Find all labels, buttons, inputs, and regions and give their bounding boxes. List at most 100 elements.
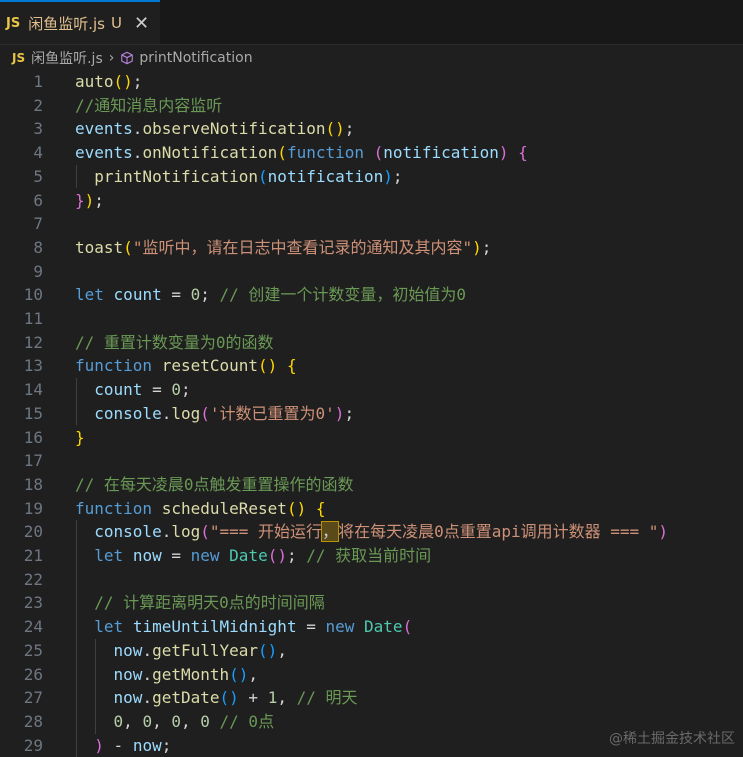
code-token: notification (267, 166, 384, 186)
line-number: 6 (33, 190, 43, 210)
line-number: 7 (33, 214, 43, 234)
code-token: events (75, 119, 133, 139)
code-token: ) (334, 403, 345, 423)
code-line[interactable]: 4 events.onNotification(function (notific… (0, 141, 743, 165)
code-line[interactable]: 5 printNotification(notification); (0, 165, 743, 189)
code-line[interactable]: 20 console.log("=== 开始运行，将在每天凌晨0点重置api调用… (0, 520, 743, 544)
line-number: 22 (23, 569, 43, 589)
code-line[interactable]: 19 function scheduleReset() { (0, 497, 743, 521)
close-icon[interactable]: ✕ (134, 13, 149, 34)
code-line[interactable]: 26 now.getMonth(), (0, 663, 743, 687)
code-token: () (267, 546, 287, 565)
line-number: 13 (23, 356, 43, 376)
editor-tab[interactable]: JS 闲鱼监听.js U ✕ (0, 0, 160, 44)
code-text: // 计算距离明天0点的时间间隔 (75, 591, 325, 615)
code-line[interactable]: 8 toast("监听中，请在日志中查看记录的通知及其内容"); (0, 236, 743, 260)
code-line[interactable]: 15 console.log('计数已重置为0'); (0, 402, 743, 426)
code-token: // 0点 (219, 711, 275, 731)
code-line[interactable]: 16} (0, 426, 743, 450)
code-line[interactable]: 23 // 计算距离明天0点的时间间隔 (0, 591, 743, 615)
code-token: toast (75, 237, 124, 257)
code-line[interactable]: 27 now.getDate() + 1, // 明天 (0, 686, 743, 710)
code-token: ( (200, 403, 210, 423)
watermark: @稀土掘金技术社区 (609, 731, 735, 747)
code-line[interactable]: 7 (0, 212, 743, 236)
code-line[interactable]: 2 //通知消息内容监听 (0, 94, 743, 118)
code-line[interactable]: 21 let now = new Date(); // 获取当前时间 (0, 544, 743, 568)
code-token: ; (200, 285, 220, 305)
code-text: // 在每天凌晨0点触发重置操作的函数 (75, 473, 354, 497)
code-token: () (286, 498, 307, 518)
code-text: } (75, 426, 85, 450)
code-line[interactable]: 18 // 在每天凌晨0点触发重置操作的函数 (0, 473, 743, 497)
code-token: now (132, 735, 162, 755)
code-token: console (94, 522, 162, 542)
line-number: 21 (23, 546, 43, 565)
breadcrumb-file[interactable]: 闲鱼监听.js (31, 48, 103, 68)
code-token: ; (161, 735, 172, 755)
code-token: ) (498, 143, 509, 163)
line-number: 12 (23, 332, 43, 352)
line-number: 24 (23, 617, 43, 637)
code-token: let (94, 617, 124, 637)
code-token: printNotification (94, 166, 259, 186)
code-token: ; (344, 403, 355, 423)
code-line[interactable]: 24 let timeUntilMidnight = new Date( (0, 615, 743, 639)
code-token: ) (658, 522, 669, 542)
code-line[interactable]: 14 count = 0; (0, 378, 743, 402)
code-line[interactable]: 10 let count = 0; // 创建一个计数变量，初始值为0 (0, 283, 743, 307)
line-number: 14 (23, 380, 43, 400)
code-token: + (238, 688, 268, 708)
code-line[interactable]: 1 auto(); (0, 70, 743, 94)
code-token: 0 (190, 285, 201, 305)
code-line[interactable]: 17 (0, 449, 743, 473)
code-line[interactable]: 13 function resetCount() { (0, 354, 743, 378)
code-text: now.getFullYear(), (75, 639, 287, 663)
code-line[interactable]: 22 (0, 568, 743, 592)
code-token: 0 (171, 711, 181, 731)
code-token: 0 (113, 711, 124, 731)
code-text: events.onNotification(function (notifica… (75, 141, 528, 165)
line-number: 28 (23, 711, 43, 731)
code-token: ( (123, 237, 133, 257)
breadcrumb-symbol[interactable]: printNotification (139, 50, 252, 66)
code-token: log (171, 403, 201, 423)
code-token: . (142, 664, 153, 684)
code-line[interactable]: 9 (0, 260, 743, 284)
code-token: // 重置计数变量为0的函数 (75, 332, 274, 352)
code-token: . (142, 640, 153, 660)
untracked-badge: U (110, 14, 122, 32)
code-line[interactable]: 25 now.getFullYear(), (0, 639, 743, 663)
line-number: 3 (33, 119, 43, 139)
code-token: 0 (142, 711, 153, 731)
code-token: function (286, 143, 364, 163)
indent-guide (76, 164, 77, 189)
code-token: observeNotification (142, 119, 326, 139)
code-token: ; (180, 380, 191, 400)
code-line[interactable]: 12 // 重置计数变量为0的函数 (0, 331, 743, 355)
indent-guide (95, 638, 96, 734)
tab-title: 闲鱼监听.js (28, 14, 105, 33)
code-token: getDate (152, 688, 220, 708)
code-line[interactable]: 3 events.observeNotification(); (0, 117, 743, 141)
code-text: auto(); (75, 70, 142, 94)
code-text: function resetCount() { (75, 354, 297, 378)
code-line[interactable]: 11 (0, 307, 743, 331)
code-text: function scheduleReset() { (75, 497, 325, 521)
code-token: ( (277, 143, 287, 163)
code-token: . (161, 522, 172, 542)
code-token: ( (373, 143, 384, 163)
code-text: //通知消息内容监听 (75, 94, 222, 118)
code-editor[interactable]: 1 auto(); 2//通知消息内容监听 3 events. observeNotifi… (0, 70, 743, 757)
code-token: function (75, 498, 153, 518)
code-token: Date (364, 617, 403, 637)
code-text: count = 0; (75, 378, 191, 402)
code-token: auto (75, 72, 114, 91)
code-line[interactable]: 6}); (0, 189, 743, 213)
